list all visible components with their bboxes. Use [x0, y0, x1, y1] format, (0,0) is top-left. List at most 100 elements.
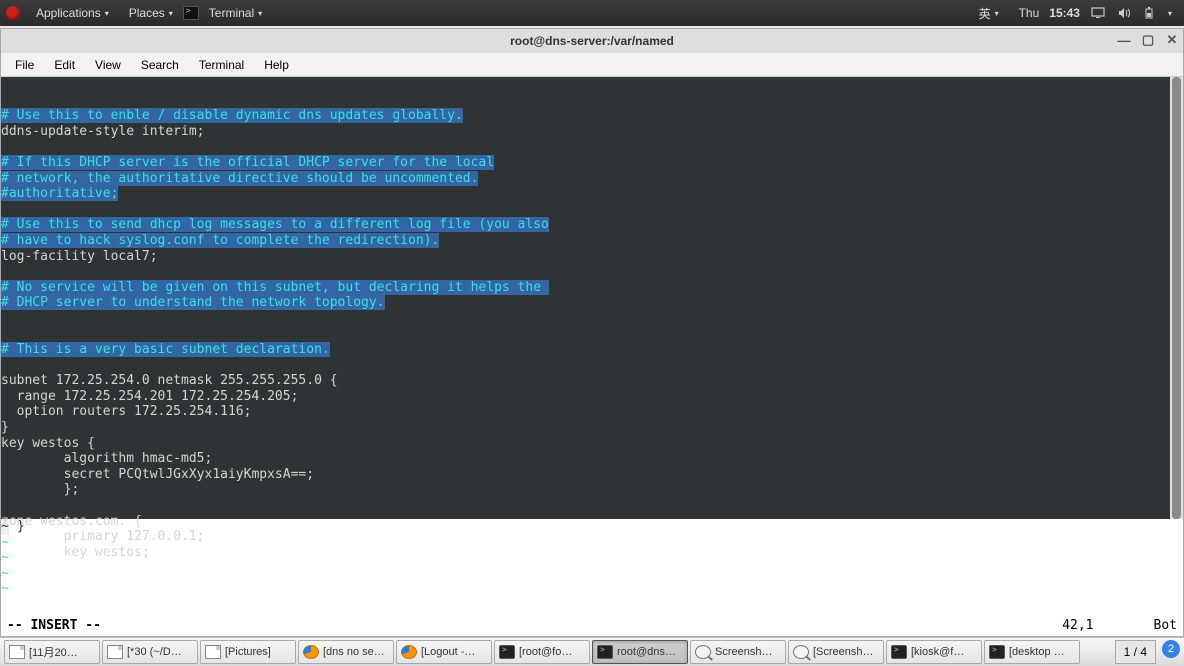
code-line[interactable]: option routers 172.25.254.116;	[1, 404, 1183, 420]
gnome-topbar: Applications▾ Places▾ Terminal▾ 英▾ Thu 1…	[0, 0, 1184, 26]
taskbar-item-label: [Screensh…	[813, 646, 874, 658]
term-icon	[499, 645, 515, 659]
clock-time[interactable]: 15:43	[1049, 6, 1080, 20]
code-line[interactable]: # This is a very basic subnet declaratio…	[1, 342, 1183, 358]
taskbar-item-label: Screensh…	[715, 646, 772, 658]
chevron-down-icon: ▾	[258, 9, 262, 18]
menu-view[interactable]: View	[87, 56, 129, 74]
code-line[interactable]: zone westos.com. {	[1, 514, 1183, 530]
menu-search[interactable]: Search	[133, 56, 187, 74]
taskbar-item-label: [*30 (~/D…	[127, 646, 182, 658]
window-titlebar[interactable]: root@dns-server:/var/named — ▢ ✕	[1, 29, 1183, 53]
code-line[interactable]: # network, the authoritative directive s…	[1, 171, 1183, 187]
code-line[interactable]: # have to hack syslog.conf to complete t…	[1, 233, 1183, 249]
code-line[interactable]: }	[1, 420, 1183, 436]
term-icon	[989, 645, 1005, 659]
terminal-appmenu[interactable]: Terminal▾	[199, 6, 272, 20]
file-icon	[205, 645, 221, 659]
mag-icon	[695, 645, 711, 659]
taskbar-item[interactable]: [*30 (~/D…	[102, 640, 198, 664]
cursor-position: 42,1	[1062, 618, 1093, 634]
taskbar-item-label: [desktop …	[1009, 646, 1065, 658]
chevron-down-icon: ▾	[995, 9, 999, 18]
taskbar-item[interactable]: [Screensh…	[788, 640, 884, 664]
code-line[interactable]	[1, 202, 1183, 218]
code-line[interactable]: subnet 172.25.254.0 netmask 255.255.255.…	[1, 373, 1183, 389]
terminal-icon	[183, 6, 199, 20]
code-line[interactable]: range 172.25.254.201 172.25.254.205;	[1, 389, 1183, 405]
taskbar-item[interactable]: [11月20…	[4, 640, 100, 664]
app-menubar: File Edit View Search Terminal Help	[1, 53, 1183, 77]
code-line[interactable]: # If this DHCP server is the official DH…	[1, 155, 1183, 171]
code-line[interactable]: # DHCP server to understand the network …	[1, 295, 1183, 311]
firefox-icon	[303, 645, 319, 659]
taskbar-item-label: [kiosk@f…	[911, 646, 964, 658]
window-title: root@dns-server:/var/named	[510, 34, 674, 48]
code-line[interactable]	[1, 264, 1183, 280]
taskbar-item[interactable]: root@dns…	[592, 640, 688, 664]
code-line[interactable]: primary 127.0.0.1;	[1, 529, 1183, 545]
minimize-button[interactable]: —	[1117, 33, 1131, 47]
notification-badge[interactable]: 2	[1162, 640, 1180, 658]
code-line[interactable]: ddns-update-style interim;	[1, 124, 1183, 140]
editor-area[interactable]: # Use this to enble / disable dynamic dn…	[1, 77, 1183, 636]
distro-logo-icon	[6, 6, 20, 20]
taskbar-item[interactable]: Screensh…	[690, 640, 786, 664]
scrollbar[interactable]	[1170, 77, 1183, 519]
code-line[interactable]: # No service will be given on this subne…	[1, 280, 1183, 296]
scroll-indicator: Bot	[1154, 618, 1177, 634]
chevron-down-icon[interactable]: ▾	[1168, 9, 1172, 18]
vim-statusbar: -- INSERT -- 42,1 Bot	[1, 616, 1183, 636]
term-icon	[891, 645, 907, 659]
code-line[interactable]	[1, 139, 1183, 155]
code-line[interactable]	[1, 498, 1183, 514]
chevron-down-icon: ▾	[105, 9, 109, 18]
firefox-icon	[401, 645, 417, 659]
mag-icon	[793, 645, 809, 659]
taskbar-item[interactable]: [desktop …	[984, 640, 1080, 664]
taskbar-item-label: [Pictures]	[225, 646, 271, 658]
taskbar-item[interactable]: [Logout -…	[396, 640, 492, 664]
applications-menu[interactable]: Applications▾	[26, 6, 119, 20]
code-line[interactable]: #authoritative;	[1, 186, 1183, 202]
code-line[interactable]: log-facility local7;	[1, 249, 1183, 265]
taskbar-item-label: [11月20…	[29, 644, 78, 660]
code-line[interactable]: key westos;	[1, 545, 1183, 561]
code-line[interactable]: # Use this to send dhcp log messages to …	[1, 217, 1183, 233]
menu-edit[interactable]: Edit	[46, 56, 83, 74]
editor-lines[interactable]: # Use this to enble / disable dynamic dn…	[1, 77, 1183, 519]
workspace-switcher[interactable]: 1 / 4	[1115, 640, 1156, 664]
menu-help[interactable]: Help	[256, 56, 297, 74]
volume-icon[interactable]	[1116, 5, 1132, 21]
taskbar-item-label: [dns no se…	[323, 646, 385, 658]
clock-day[interactable]: Thu	[1019, 6, 1040, 20]
file-icon	[107, 645, 123, 659]
close-button[interactable]: ✕	[1165, 33, 1179, 47]
menu-terminal[interactable]: Terminal	[191, 56, 252, 74]
taskbar-item[interactable]: [Pictures]	[200, 640, 296, 664]
chevron-down-icon: ▾	[169, 9, 173, 18]
code-line[interactable]: algorithm hmac-md5;	[1, 451, 1183, 467]
taskbar-item-label: [root@fo…	[519, 646, 572, 658]
taskbar-item[interactable]: [kiosk@f…	[886, 640, 982, 664]
ime-indicator[interactable]: 英▾	[969, 5, 1009, 22]
term-icon	[597, 645, 613, 659]
code-line[interactable]	[1, 327, 1183, 343]
maximize-button[interactable]: ▢	[1141, 33, 1155, 47]
code-line[interactable]	[1, 311, 1183, 327]
places-menu[interactable]: Places▾	[119, 6, 183, 20]
scrollbar-thumb[interactable]	[1172, 77, 1181, 519]
battery-icon[interactable]	[1142, 5, 1158, 21]
code-line[interactable]: secret PCQtwlJGxXyx1aiyKmpxsA==;	[1, 467, 1183, 483]
code-line[interactable]: key westos {	[1, 436, 1183, 452]
code-line[interactable]	[1, 358, 1183, 374]
taskbar-item-label: [Logout -…	[421, 646, 475, 658]
code-line[interactable]: # Use this to enble / disable dynamic dn…	[1, 108, 1183, 124]
code-line[interactable]: };	[1, 482, 1183, 498]
taskbar-item[interactable]: [dns no se…	[298, 640, 394, 664]
screen-icon[interactable]	[1090, 5, 1106, 21]
menu-file[interactable]: File	[7, 56, 42, 74]
taskbar-item-label: root@dns…	[617, 646, 676, 658]
taskbar-item[interactable]: [root@fo…	[494, 640, 590, 664]
taskbar: [11月20… [*30 (~/D… [Pictures] [dns no se… [L…	[0, 637, 1184, 666]
